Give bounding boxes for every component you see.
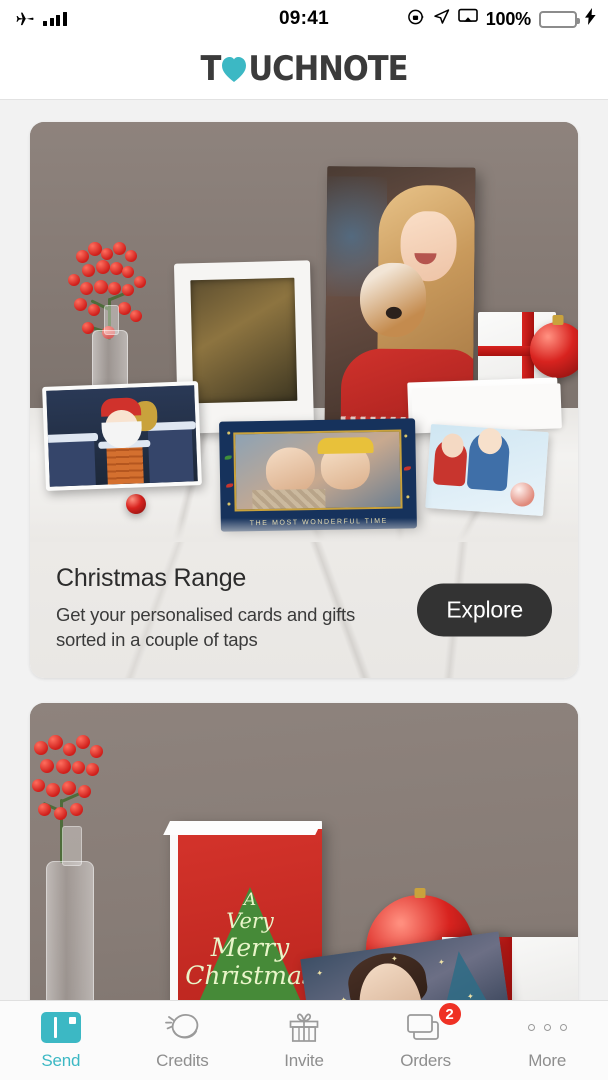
rotation-lock-icon [407,8,425,31]
red-bauble [530,315,578,378]
promo-subtitle: Get your personalised cards and gifts so… [56,604,356,651]
location-arrow-icon [433,8,450,30]
card-stack [407,377,559,429]
promo-caption-panel: Christmas Range Get your personalised ca… [30,542,578,679]
logo-text-pre: T [200,48,221,89]
tab-orders-label: Orders [400,1051,451,1070]
app-header: T UCHNOTE [0,38,608,100]
tab-more[interactable]: More [486,1001,608,1080]
tab-send[interactable]: Send [0,1001,122,1080]
promo-card-merry-christmas[interactable]: A Very Merry Christmas ✦ ✦ ✦ ✦ [30,703,578,1000]
image-fade-band [30,518,578,542]
lightning-bolt-icon [585,8,596,30]
tab-orders[interactable]: 2 Orders [365,1001,487,1080]
glass-bottle [46,826,94,1000]
orders-badge: 2 [436,1001,463,1027]
promo-card-christmas-range[interactable]: THE MOST WONDERFUL TIME Christmas Range … [30,122,578,679]
battery-percent-label: 100% [485,8,531,29]
tab-send-label: Send [41,1051,81,1070]
app-root: 09:41 100% T UCHNOTE Christmas Range Get… [0,0,608,1080]
santa-chimney-card [42,381,202,491]
logo-text-post: UCHNOTE [248,48,408,89]
illustrated-greeting-card [425,423,549,517]
status-bar-right: 100% [407,0,596,38]
gift-icon [286,1010,322,1044]
tab-invite[interactable]: Invite [243,1001,365,1080]
tab-credits[interactable]: Credits [122,1001,244,1080]
ellipsis-icon [527,1010,567,1044]
status-bar: 09:41 100% [0,0,608,38]
tab-credits-label: Credits [156,1051,209,1070]
screen-mirroring-icon [457,8,478,30]
tab-invite-label: Invite [284,1051,324,1070]
heart-icon [221,55,247,83]
promo-image-merry-christmas: A Very Merry Christmas ✦ ✦ ✦ ✦ [30,703,578,1000]
card-script-text: A Very Merry Christmas [185,890,315,990]
tab-more-label: More [528,1051,567,1070]
promo-image-christmas-range: THE MOST WONDERFUL TIME [30,122,578,542]
content-scroll-area[interactable]: THE MOST WONDERFUL TIME Christmas Range … [0,100,608,1000]
cards-stack-icon: 2 [405,1001,463,1044]
merry-christmas-card: A Very Merry Christmas [163,821,322,1000]
postcard-icon [40,1010,81,1044]
coin-icon [160,1010,204,1044]
touchnote-logo: T UCHNOTE [200,48,408,89]
navy-photo-card: THE MOST WONDERFUL TIME [219,418,417,532]
explore-button[interactable]: Explore [417,583,552,637]
red-bauble-tiny [126,494,146,514]
bottom-tab-bar: Send Credits Invite 2 Orders More [0,1000,608,1080]
battery-full-icon [539,10,580,28]
